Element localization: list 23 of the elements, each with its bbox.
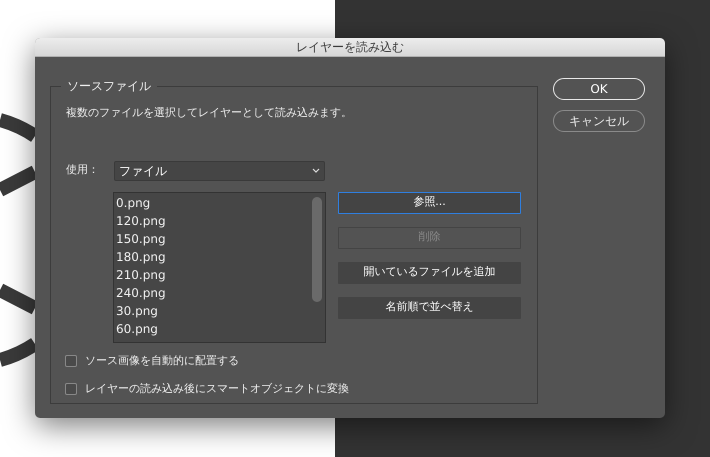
option-label: ソース画像を自動的に配置する bbox=[85, 352, 239, 368]
file-item[interactable]: 30.png bbox=[116, 302, 325, 320]
use-label: 使用： bbox=[66, 162, 100, 178]
file-item[interactable]: 180.png bbox=[116, 248, 325, 266]
chevron-down-icon bbox=[312, 168, 320, 173]
file-item[interactable]: 60.png bbox=[116, 320, 325, 338]
file-item[interactable]: 210.png bbox=[116, 266, 325, 284]
scrollbar-thumb[interactable] bbox=[312, 196, 322, 302]
file-item[interactable]: 240.png bbox=[116, 284, 325, 302]
window-title: レイヤーを読み込む bbox=[35, 38, 665, 57]
option-label: レイヤーの読み込み後にスマートオブジェクトに変換 bbox=[85, 381, 349, 397]
use-dropdown[interactable]: ファイル bbox=[114, 160, 325, 180]
checkbox[interactable] bbox=[65, 354, 77, 367]
dialog-button[interactable]: OK bbox=[553, 78, 645, 100]
description-text: 複数のファイルを選択してレイヤーとして読み込みます。 bbox=[66, 105, 353, 121]
action-button[interactable]: 開いているファイルを追加 bbox=[338, 262, 521, 284]
file-item[interactable]: 120.png bbox=[116, 212, 325, 230]
checkbox[interactable] bbox=[65, 383, 77, 396]
dialog-button[interactable]: キャンセル bbox=[553, 110, 645, 132]
file-item[interactable]: 0.png bbox=[116, 194, 325, 212]
file-item[interactable]: 150.png bbox=[116, 230, 325, 248]
action-button[interactable]: 名前順で並べ替え bbox=[338, 296, 521, 318]
action-button[interactable]: 参照... bbox=[338, 192, 521, 214]
